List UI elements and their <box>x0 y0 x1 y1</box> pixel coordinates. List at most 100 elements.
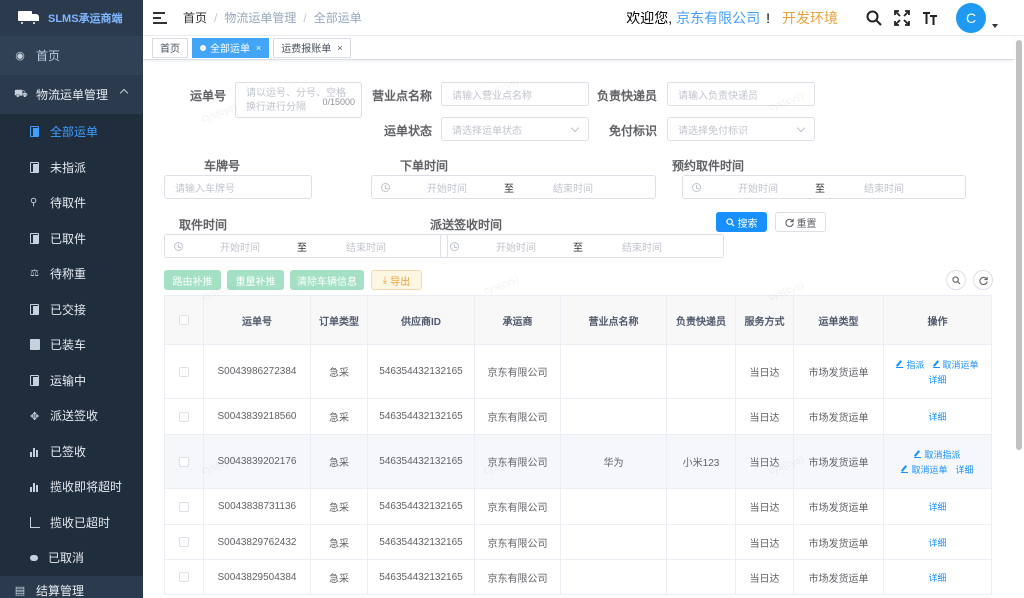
document-icon <box>30 161 40 173</box>
op-link[interactable]: 详细 <box>928 571 946 584</box>
refresh-button[interactable] <box>973 270 993 290</box>
table-cell: 当日达 <box>736 560 794 594</box>
sidebar-item-home[interactable]: ◉ 首页 <box>0 36 143 75</box>
sidebar-subitem-label: 未指派 <box>50 160 87 175</box>
table-cell <box>667 489 736 524</box>
chart-icon <box>30 516 40 528</box>
appoint-time-range[interactable]: 开始时间 至 结束时间 <box>682 175 966 199</box>
search-button[interactable]: 搜索 <box>716 212 767 232</box>
row-checkbox[interactable] <box>179 572 189 582</box>
tag-home[interactable]: 首页 <box>152 37 188 58</box>
op-link[interactable]: 取消运单 <box>932 358 979 371</box>
op-link[interactable]: 取消指派 <box>914 448 961 461</box>
table-cell: S0043829504384 <box>204 560 311 594</box>
row-checkbox[interactable] <box>179 411 189 422</box>
select-all-checkbox[interactable] <box>179 315 189 325</box>
search-icon[interactable] <box>866 10 882 26</box>
watermark: cys(cys) <box>482 274 521 297</box>
move-icon: ✥ <box>30 411 40 424</box>
column-header: 服务方式 <box>736 296 794 344</box>
page-scrollbar[interactable] <box>1016 40 1022 450</box>
row-checkbox[interactable] <box>179 456 189 467</box>
order-time-range[interactable]: 开始时间 至 结束时间 <box>371 175 656 199</box>
logo: SLMS承运商端 <box>0 0 143 36</box>
caret-down-icon[interactable] <box>992 24 998 28</box>
sidebar-subitem[interactable]: 未指派 <box>0 150 143 186</box>
sidebar-subitem[interactable]: 运输中 <box>0 363 143 399</box>
export-button[interactable]: ⤓ 导出 <box>371 270 422 290</box>
op-link[interactable]: 详细 <box>956 463 974 476</box>
tag-freight-bill[interactable]: 运费报账单 × <box>273 37 351 58</box>
clear-vehicle-button[interactable]: 清除车辆信息 <box>290 270 364 290</box>
edit-icon <box>932 361 940 368</box>
row-select-cell <box>165 560 204 594</box>
exclaim-mark: ! <box>766 10 770 26</box>
sidebar-subitem-label: 待取件 <box>50 196 87 211</box>
breadcrumb-item[interactable]: 首页 <box>183 9 207 26</box>
reset-button[interactable]: 重置 <box>775 212 826 232</box>
toggle-icon <box>30 554 38 561</box>
row-checkbox[interactable] <box>179 501 189 512</box>
table-cell: 急采 <box>311 489 368 524</box>
column-header: 营业点名称 <box>561 296 667 344</box>
sign-time-label: 派送签收时间 <box>430 218 503 232</box>
font-size-icon[interactable] <box>922 10 938 26</box>
waybill-table: 运单号 订单类型 供应商ID 承运商 营业点名称 负责快递员 服务方式 运单类型 操作 S0043… <box>164 295 992 595</box>
sidebar-subitem-label: 揽收已超时 <box>50 515 111 530</box>
row-checkbox[interactable] <box>179 537 189 547</box>
pickup-time-range[interactable]: 开始时间 至 结束时间 <box>164 234 448 258</box>
sidebar-subitem-label: 已取消 <box>48 551 85 566</box>
close-icon[interactable]: × <box>337 43 342 53</box>
column-header: 供应商ID <box>368 296 475 344</box>
sidebar-subitem[interactable]: 已取消 <box>0 540 143 576</box>
sidebar-subitem[interactable]: 全部运单 <box>0 114 143 150</box>
fullscreen-icon[interactable] <box>894 10 910 26</box>
sidebar-subitem-label: 已取件 <box>50 231 87 246</box>
close-icon[interactable]: × <box>256 43 261 53</box>
sidebar-subitem[interactable]: 已取件 <box>0 221 143 257</box>
sidebar-subitem[interactable]: ⚲ 待取件 <box>0 185 143 221</box>
status-select[interactable]: 请选择运单状态 <box>441 117 589 141</box>
edit-icon <box>914 451 922 458</box>
hamburger-icon[interactable] <box>153 11 167 24</box>
op-link[interactable]: 详细 <box>928 410 946 423</box>
sidebar-subitem[interactable]: 已装车 <box>0 327 143 363</box>
range-separator: 至 <box>573 242 583 254</box>
appoint-time-label: 预约取件时间 <box>672 159 745 173</box>
tag-label: 首页 <box>160 44 180 55</box>
breadcrumb-item[interactable]: 物流运单管理 <box>224 9 296 26</box>
op-link[interactable]: 取消运单 <box>901 463 948 476</box>
row-checkbox[interactable] <box>179 366 189 377</box>
sidebar-group-label: 结算管理 <box>36 584 85 598</box>
op-link[interactable]: 指派 <box>896 358 925 371</box>
sidebar-subitem[interactable]: 揽收即将超时 <box>0 469 143 505</box>
sidebar-subitem-label: 揽收即将超时 <box>50 480 123 495</box>
edit-icon <box>901 466 909 473</box>
op-link[interactable]: 详细 <box>928 536 946 549</box>
tag-label: 运费报账单 <box>281 44 332 55</box>
table-cell: 市场发货运单 <box>794 345 884 398</box>
row-select-cell <box>165 525 204 559</box>
op-link[interactable]: 详细 <box>928 373 946 386</box>
sidebar-group-waybill[interactable]: ⛟ 物流运单管理 <box>0 75 143 114</box>
sidebar-group-settlement[interactable]: ▤ 结算管理 <box>0 575 143 598</box>
sidebar-subitem[interactable]: 揽收已超时 <box>0 505 143 541</box>
tag-all-waybills[interactable]: 全部运单 × <box>192 37 270 58</box>
free-pay-label: 免付标识 <box>608 124 657 138</box>
waybill-no-input[interactable]: 请以运号、分号、空格换行进行分隔 0/15000 <box>235 82 362 118</box>
end-placeholder: 结束时间 <box>864 183 904 195</box>
sidebar-subitem[interactable]: 已签收 <box>0 434 143 470</box>
start-placeholder: 开始时间 <box>220 242 260 254</box>
plate-input[interactable]: 请输入车牌号 <box>164 175 312 199</box>
bar-chart-icon <box>30 446 40 457</box>
sidebar-subitem[interactable]: ✥ 派送签收 <box>0 398 143 434</box>
sidebar-subitem[interactable]: 已交接 <box>0 292 143 328</box>
free-pay-select[interactable]: 请选择免付标识 <box>667 117 815 141</box>
sign-time-range[interactable]: 开始时间 至 结束时间 <box>440 234 724 258</box>
toggle-search-button[interactable] <box>946 270 966 290</box>
avatar[interactable]: C <box>956 3 986 33</box>
ops-cell: 指派 取消运单详细 <box>884 345 992 398</box>
op-link[interactable]: 详细 <box>928 500 946 513</box>
sidebar-subitem[interactable]: ⚖ 待称重 <box>0 256 143 292</box>
range-separator: 至 <box>504 183 514 195</box>
